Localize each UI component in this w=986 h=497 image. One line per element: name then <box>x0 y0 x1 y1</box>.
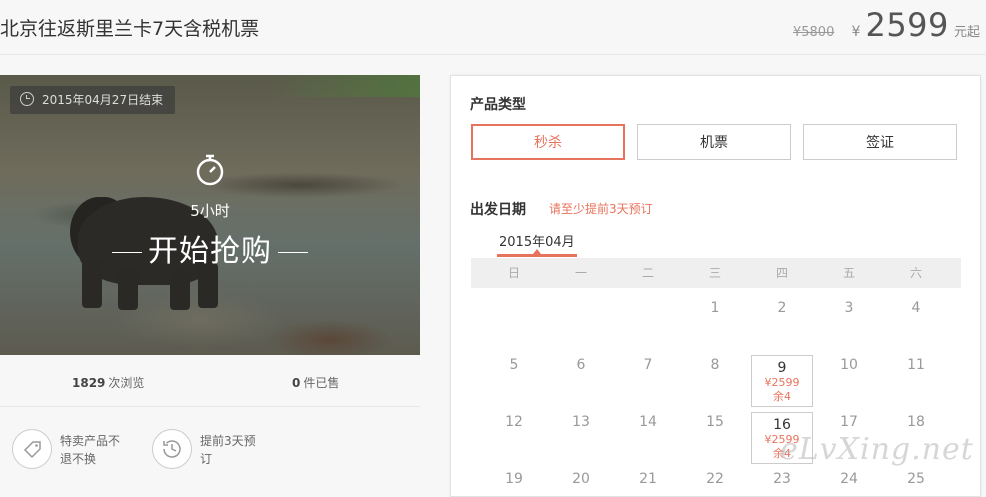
calendar-day: 1 <box>710 300 720 316</box>
weekday-header: 日一二三四五六 <box>471 258 961 288</box>
calendar-day-available[interactable]: 9 ¥2599 余4 <box>751 355 813 407</box>
calendar-day: 4 <box>911 300 921 316</box>
calendar-day: 8 <box>710 357 720 373</box>
product-type-title: 产品类型 <box>470 97 526 113</box>
calendar-day: 19 <box>505 471 523 487</box>
calendar-day: 13 <box>572 414 590 430</box>
calendar-day: 21 <box>639 471 657 487</box>
stopwatch-icon <box>196 154 224 186</box>
departure-date-title: 出发日期 <box>470 202 526 218</box>
type-button-flash-sale[interactable]: 秒杀 <box>471 124 625 160</box>
original-price: ¥5800 <box>792 25 835 40</box>
calendar-day: 23 <box>773 471 791 487</box>
price-suffix: 元起 <box>953 25 980 40</box>
countdown-hours: 5小时 <box>190 202 230 220</box>
calendar-day: 12 <box>505 414 523 430</box>
calendar-day: 20 <box>572 471 590 487</box>
calendar-day: 15 <box>706 414 724 430</box>
sold-stat: 0 件已售 <box>292 376 340 390</box>
type-button-visa[interactable]: 签证 <box>803 124 957 160</box>
type-button-flight[interactable]: 机票 <box>637 124 791 160</box>
weekday-label: 一 <box>574 266 587 280</box>
start-buying-label: 开始抢购 <box>0 226 420 270</box>
day-remaining: 余4 <box>773 390 791 403</box>
day-price: ¥2599 <box>764 376 800 389</box>
page-title: 北京往返斯里兰卡7天含税机票 <box>0 18 260 40</box>
calendar-day: 25 <box>907 471 925 487</box>
tag-icon <box>23 441 41 459</box>
price-box: ¥5800 ¥ 2599 元起 <box>793 6 980 44</box>
day-number: 9 <box>777 360 787 376</box>
history-clock-icon <box>163 440 181 458</box>
views-stat: 1829 次浏览 <box>72 376 145 390</box>
currency-symbol: ¥ <box>851 24 861 40</box>
weekday-label: 四 <box>775 266 788 280</box>
calendar-day: 6 <box>576 357 586 373</box>
calendar-day: 14 <box>639 414 657 430</box>
day-number: 16 <box>773 417 791 433</box>
end-date-tag: 2015年04月27日结束 <box>10 86 176 114</box>
month-tab[interactable]: 2015年04月 <box>499 231 575 250</box>
calendar-day: 7 <box>643 357 653 373</box>
current-price: 2599 <box>865 6 949 44</box>
calendar-day: 22 <box>706 471 724 487</box>
calendar-day: 5 <box>509 357 519 373</box>
header: 北京往返斯里兰卡7天含税机票 ¥5800 ¥ 2599 元起 <box>0 0 986 55</box>
watermark: eLvXing.net <box>780 432 974 467</box>
calendar-day: 3 <box>844 300 854 316</box>
clock-icon <box>20 92 34 106</box>
calendar-day: 10 <box>840 357 858 373</box>
weekday-label: 二 <box>641 266 654 280</box>
calendar-day: 24 <box>840 471 858 487</box>
month-tab-indicator <box>497 249 577 257</box>
calendar-day: 18 <box>907 414 925 430</box>
calendar-day: 17 <box>840 414 858 430</box>
weekday-label: 五 <box>842 266 855 280</box>
booking-hint: 请至少提前3天预订 <box>549 202 653 216</box>
stats-bar: 1829 次浏览 0 件已售 <box>0 356 420 407</box>
weekday-label: 三 <box>708 266 721 280</box>
weekday-label: 六 <box>909 266 922 280</box>
weekday-label: 日 <box>507 266 520 280</box>
calendar-day: 2 <box>777 300 787 316</box>
hero-image: 2015年04月27日结束 5小时 开始抢购 <box>0 75 420 355</box>
calendar-day: 11 <box>907 357 925 373</box>
